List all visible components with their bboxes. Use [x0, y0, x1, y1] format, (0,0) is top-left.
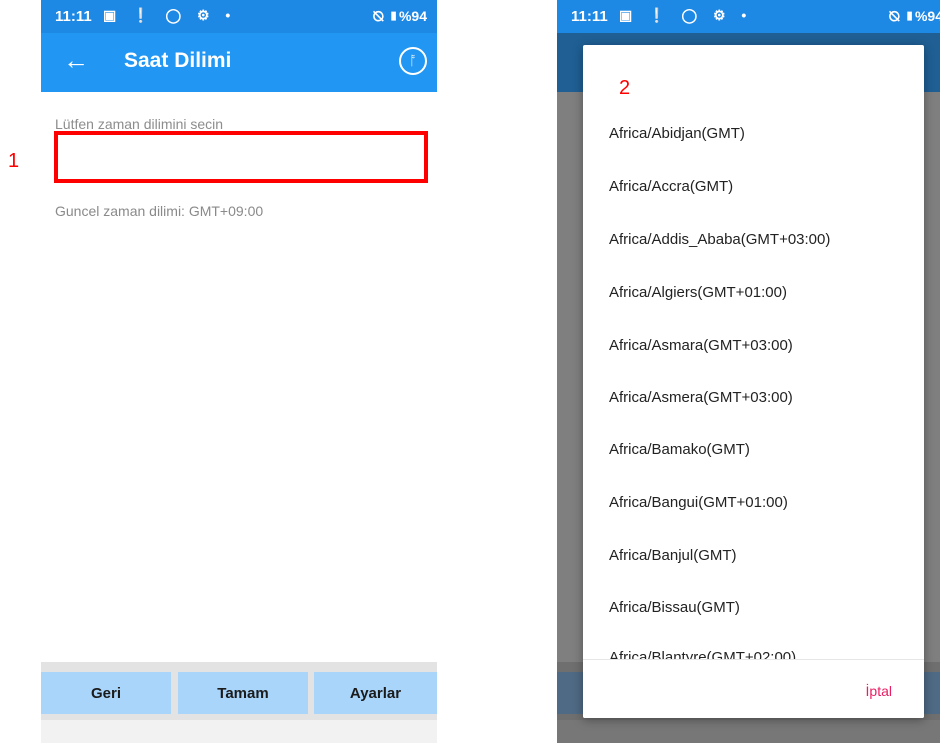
status-bar: 11:11 ▣ ❕ ◯ ⚙ • ⦰ ▮%94	[557, 0, 940, 33]
battery-icon: ▮	[903, 8, 915, 24]
list-item[interactable]: Africa/Addis_Ababa(GMT+03:00)	[609, 231, 830, 248]
ok-button[interactable]: Tamam	[178, 672, 308, 714]
list-item[interactable]: Africa/Banjul(GMT)	[609, 547, 737, 564]
list-item[interactable]: Africa/Bissau(GMT)	[609, 599, 740, 616]
list-item[interactable]: Africa/Bangui(GMT+01:00)	[609, 494, 788, 511]
list-item[interactable]: Africa/Asmera(GMT+03:00)	[609, 389, 793, 406]
notification-icons: ▣ ❕ ◯ ⚙ •	[103, 7, 237, 23]
status-right: ⦰ ▮%94	[889, 8, 940, 25]
timezone-field-hint: Lütfen zaman dilimini secin	[55, 116, 224, 132]
list-item[interactable]: Africa/Bamako(GMT)	[609, 441, 750, 458]
battery-level: %94	[398, 8, 427, 24]
list-item[interactable]: Africa/Abidjan(GMT)	[609, 125, 745, 142]
dimmed-strip	[557, 720, 940, 743]
back-button[interactable]: Geri	[41, 672, 171, 714]
annotation-number-1: 1	[8, 150, 20, 172]
status-right: ⦰ ▮%94	[373, 8, 427, 25]
status-bar: 11:11 ▣ ❕ ◯ ⚙ • ⦰ ▮%94	[41, 0, 437, 33]
current-timezone-text: Guncel zaman dilimi: GMT+09:00	[55, 203, 264, 219]
list-item[interactable]: Africa/Accra(GMT)	[609, 178, 733, 195]
page-title: Saat Dilimi	[124, 49, 232, 72]
app-bar: ← Saat Dilimi ᚩ	[41, 33, 437, 92]
timezone-list-dialog: Africa/Abidjan(GMT) Africa/Accra(GMT) Af…	[583, 45, 924, 718]
battery-icon: ▮	[387, 8, 399, 24]
navigation-strip	[41, 720, 437, 743]
settings-button[interactable]: Ayarlar	[314, 672, 437, 714]
notification-icons: ▣ ❕ ◯ ⚙ •	[619, 7, 753, 23]
dialog-actions: İptal	[583, 659, 924, 718]
back-arrow-icon[interactable]: ←	[63, 45, 89, 76]
status-time: 11:11	[571, 8, 608, 25]
bottom-button-bar: Geri Tamam Ayarlar	[41, 662, 437, 720]
phone-screen-timezone-dialog: 11:11 ▣ ❕ ◯ ⚙ • ⦰ ▮%94 Africa/Abidjan(GM…	[557, 0, 940, 743]
bluetooth-icon[interactable]: ᚩ	[399, 47, 427, 75]
list-item[interactable]: Africa/Asmara(GMT+03:00)	[609, 337, 793, 354]
battery-level: %94	[914, 8, 940, 24]
annotation-highlight-box	[54, 131, 428, 183]
annotation-number-2: 2	[619, 77, 631, 99]
phone-screen-timezone: 11:11 ▣ ❕ ◯ ⚙ • ⦰ ▮%94 ← Saat Dilimi ᚩ L…	[41, 0, 437, 743]
mute-icon: ⦰	[372, 8, 384, 24]
status-time: 11:11	[55, 8, 92, 25]
cancel-button[interactable]: İptal	[860, 682, 898, 700]
list-item[interactable]: Africa/Algiers(GMT+01:00)	[609, 284, 787, 301]
mute-icon: ⦰	[888, 8, 900, 24]
